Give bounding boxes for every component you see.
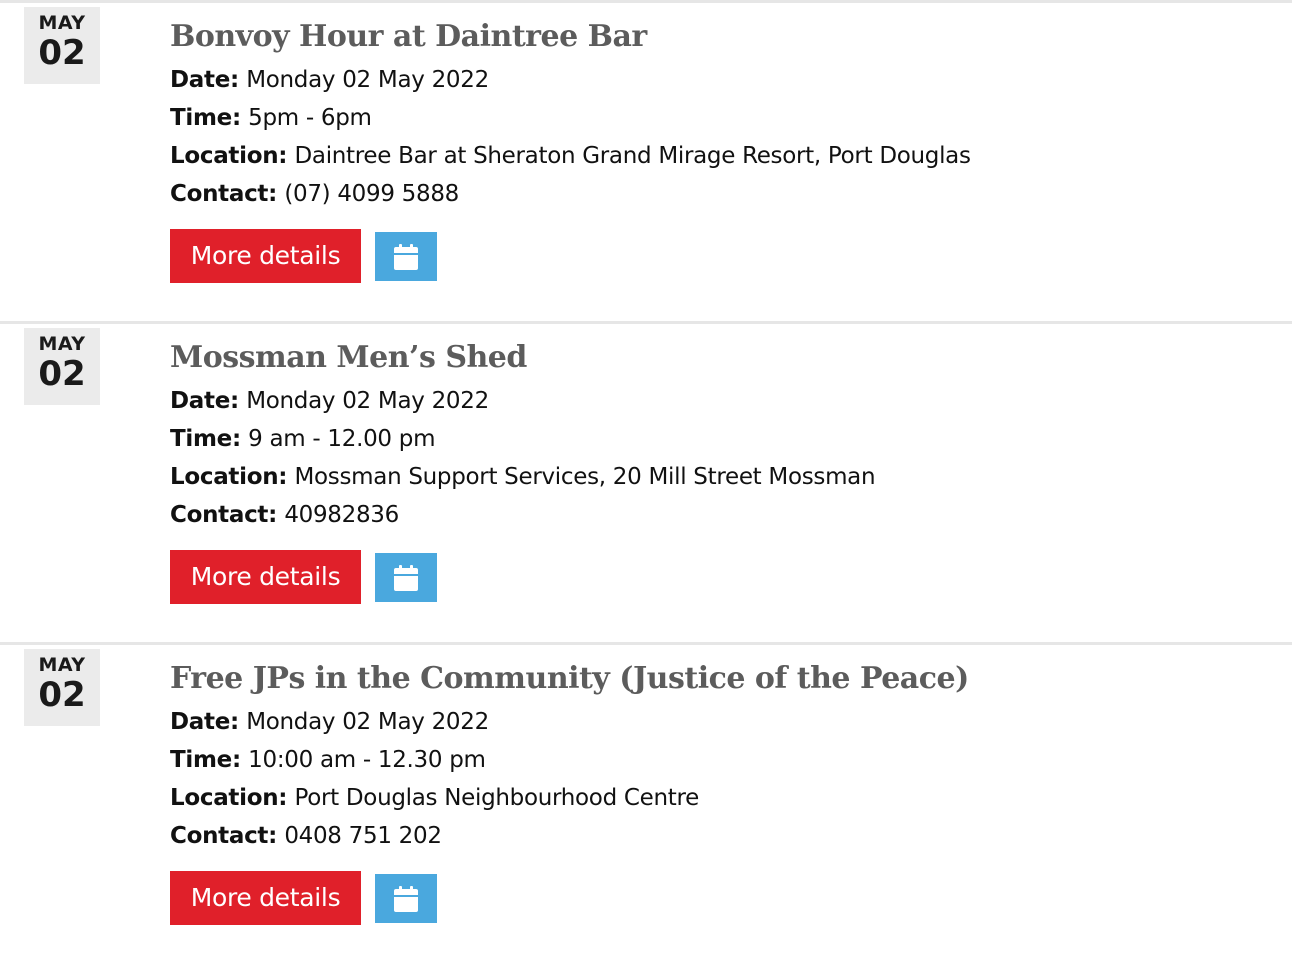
more-details-button[interactable]: More details bbox=[170, 229, 361, 283]
add-to-calendar-button[interactable] bbox=[375, 232, 437, 281]
event-body: Bonvoy Hour at Daintree Bar Date: Monday… bbox=[170, 17, 1270, 283]
event-location: Location: Mossman Support Services, 20 M… bbox=[170, 458, 1270, 496]
date-month: MAY bbox=[38, 654, 86, 676]
contact-label: Contact: bbox=[170, 181, 277, 207]
event-time: Time: 9 am - 12.00 pm bbox=[170, 420, 1270, 458]
date-month: MAY bbox=[38, 333, 86, 355]
events-list: MAY 02 Bonvoy Hour at Daintree Bar Date:… bbox=[0, 0, 1292, 962]
time-value: 9 am - 12.00 pm bbox=[248, 426, 436, 452]
event-contact: Contact: 40982836 bbox=[170, 496, 1270, 534]
event-title[interactable]: Bonvoy Hour at Daintree Bar bbox=[170, 17, 1270, 61]
date-day: 02 bbox=[38, 354, 86, 394]
calendar-icon bbox=[394, 564, 418, 591]
location-label: Location: bbox=[170, 785, 288, 811]
date-label: Date: bbox=[170, 388, 239, 414]
date-day: 02 bbox=[38, 675, 86, 715]
location-value: Port Douglas Neighbourhood Centre bbox=[294, 785, 699, 811]
location-value: Daintree Bar at Sheraton Grand Mirage Re… bbox=[294, 143, 971, 169]
date-value: Monday 02 May 2022 bbox=[246, 67, 489, 93]
calendar-icon bbox=[394, 885, 418, 912]
contact-value: 40982836 bbox=[284, 502, 399, 528]
event-body: Mossman Men’s Shed Date: Monday 02 May 2… bbox=[170, 338, 1270, 604]
event-item: MAY 02 Bonvoy Hour at Daintree Bar Date:… bbox=[0, 0, 1292, 321]
event-contact: Contact: 0408 751 202 bbox=[170, 817, 1270, 855]
more-details-button[interactable]: More details bbox=[170, 550, 361, 604]
calendar-icon bbox=[394, 243, 418, 270]
more-details-button[interactable]: More details bbox=[170, 871, 361, 925]
event-date: Date: Monday 02 May 2022 bbox=[170, 703, 1270, 741]
time-value: 10:00 am - 12.30 pm bbox=[248, 747, 486, 773]
date-badge: MAY 02 bbox=[24, 7, 100, 84]
date-badge: MAY 02 bbox=[24, 649, 100, 726]
location-label: Location: bbox=[170, 464, 288, 490]
date-label: Date: bbox=[170, 67, 239, 93]
event-item: MAY 02 Free JPs in the Community (Justic… bbox=[0, 642, 1292, 962]
date-month: MAY bbox=[38, 12, 86, 34]
event-time: Time: 5pm - 6pm bbox=[170, 99, 1270, 137]
event-date: Date: Monday 02 May 2022 bbox=[170, 61, 1270, 99]
event-date: Date: Monday 02 May 2022 bbox=[170, 382, 1270, 420]
event-contact: Contact: (07) 4099 5888 bbox=[170, 175, 1270, 213]
add-to-calendar-button[interactable] bbox=[375, 553, 437, 602]
date-value: Monday 02 May 2022 bbox=[246, 709, 489, 735]
time-label: Time: bbox=[170, 426, 241, 452]
time-label: Time: bbox=[170, 747, 241, 773]
event-item: MAY 02 Mossman Men’s Shed Date: Monday 0… bbox=[0, 321, 1292, 642]
time-value: 5pm - 6pm bbox=[248, 105, 372, 131]
event-location: Location: Daintree Bar at Sheraton Grand… bbox=[170, 137, 1270, 175]
event-location: Location: Port Douglas Neighbourhood Cen… bbox=[170, 779, 1270, 817]
event-title[interactable]: Free JPs in the Community (Justice of th… bbox=[170, 659, 1270, 703]
event-title[interactable]: Mossman Men’s Shed bbox=[170, 338, 1270, 382]
time-label: Time: bbox=[170, 105, 241, 131]
event-time: Time: 10:00 am - 12.30 pm bbox=[170, 741, 1270, 779]
date-label: Date: bbox=[170, 709, 239, 735]
contact-label: Contact: bbox=[170, 502, 277, 528]
location-label: Location: bbox=[170, 143, 288, 169]
contact-value: 0408 751 202 bbox=[284, 823, 442, 849]
contact-value: (07) 4099 5888 bbox=[284, 181, 460, 207]
add-to-calendar-button[interactable] bbox=[375, 874, 437, 923]
date-day: 02 bbox=[38, 33, 86, 73]
location-value: Mossman Support Services, 20 Mill Street… bbox=[294, 464, 876, 490]
date-badge: MAY 02 bbox=[24, 328, 100, 405]
date-value: Monday 02 May 2022 bbox=[246, 388, 489, 414]
event-body: Free JPs in the Community (Justice of th… bbox=[170, 659, 1270, 925]
contact-label: Contact: bbox=[170, 823, 277, 849]
